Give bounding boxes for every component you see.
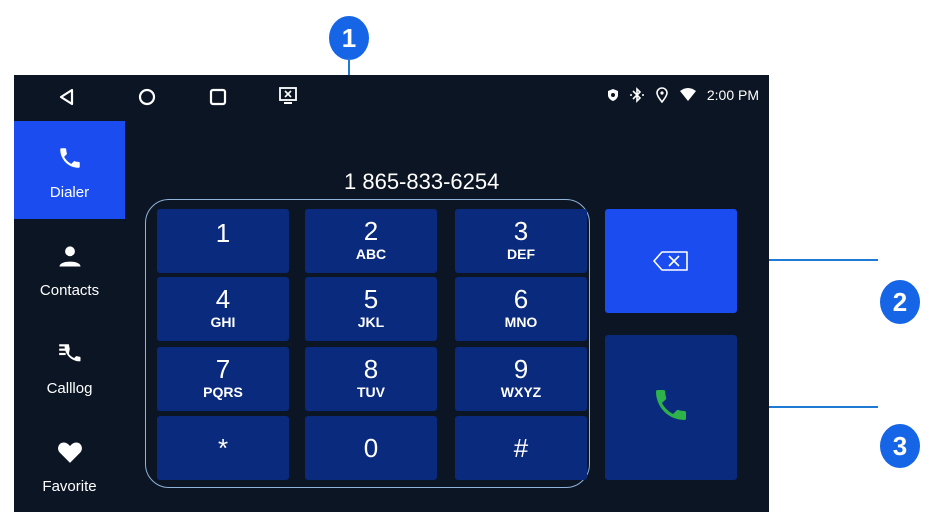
sidebar-item-label: Contacts [39,282,100,299]
key-digit: 0 [363,433,379,463]
person-icon [59,246,80,267]
status-time: 2:00 PM [706,87,759,103]
bluetooth-icon [629,87,644,103]
key-letters: WXYZ [500,384,542,400]
home-icon[interactable] [138,88,156,106]
wifi-icon [679,88,696,101]
sidebar-item-label: Dialer [49,184,90,201]
callout-1: 1 [329,16,369,60]
status-icons: 2:00 PM [607,87,759,103]
key-5[interactable]: 5 JKL [305,277,437,341]
heart-icon [57,442,82,463]
key-digit: # [513,433,529,463]
key-letters: ABC [355,246,387,262]
call-icon [656,390,686,420]
key-3[interactable]: 3 DEF [455,209,587,273]
phone-icon [59,148,80,168]
key-letters: DEF [507,246,535,262]
key-2[interactable]: 2 ABC [305,209,437,273]
key-star[interactable]: * [157,416,289,480]
sidebar-item-favorite[interactable]: Favorite [14,415,125,513]
call-button[interactable] [605,335,737,480]
key-digit: 9 [513,354,529,384]
key-9[interactable]: 9 WXYZ [455,347,587,411]
backspace-icon [653,251,688,271]
screen-mirror-icon[interactable] [278,86,298,106]
sidebar: Dialer Contacts Calllog Favorite [14,121,125,512]
shield-icon [607,89,618,101]
key-hash[interactable]: # [455,416,587,480]
sidebar-item-dialer[interactable]: Dialer [14,121,125,219]
recents-icon[interactable] [209,88,227,106]
callout-2: 2 [880,280,920,324]
key-letters: TUV [357,384,385,400]
key-digit: * [217,433,229,463]
key-1[interactable]: 1 [157,209,289,273]
key-8[interactable]: 8 TUV [305,347,437,411]
key-digit: 2 [363,216,379,246]
location-icon [656,87,668,103]
sidebar-item-contacts[interactable]: Contacts [14,219,125,317]
key-6[interactable]: 6 MNO [455,277,587,341]
call-log-icon [58,344,81,362]
key-digit: 1 [215,218,231,248]
key-digit: 7 [215,354,231,384]
back-icon[interactable] [58,88,74,106]
status-bar: 2:00 PM [14,75,769,119]
key-digit: 4 [215,284,231,314]
sidebar-item-label: Favorite [42,478,97,495]
backspace-button[interactable] [605,209,737,313]
key-7[interactable]: 7 PQRS [157,347,289,411]
key-letters: GHI [210,314,236,330]
key-0[interactable]: 0 [305,416,437,480]
key-digit: 3 [513,216,529,246]
key-letters: JKL [357,314,385,330]
key-digit: 5 [363,284,379,314]
key-letters: MNO [504,314,538,330]
sidebar-item-calllog[interactable]: Calllog [14,317,125,415]
key-digit: 8 [363,354,379,384]
sidebar-item-label: Calllog [46,380,93,397]
dialer-screen: 2:00 PM Dialer Contacts Calllog Favorite… [14,75,769,512]
key-letters: PQRS [203,384,243,400]
key-digit: 6 [513,284,529,314]
dialed-number: 1 865-833-6254 [344,169,500,194]
key-4[interactable]: 4 GHI [157,277,289,341]
callout-3: 3 [880,424,920,468]
